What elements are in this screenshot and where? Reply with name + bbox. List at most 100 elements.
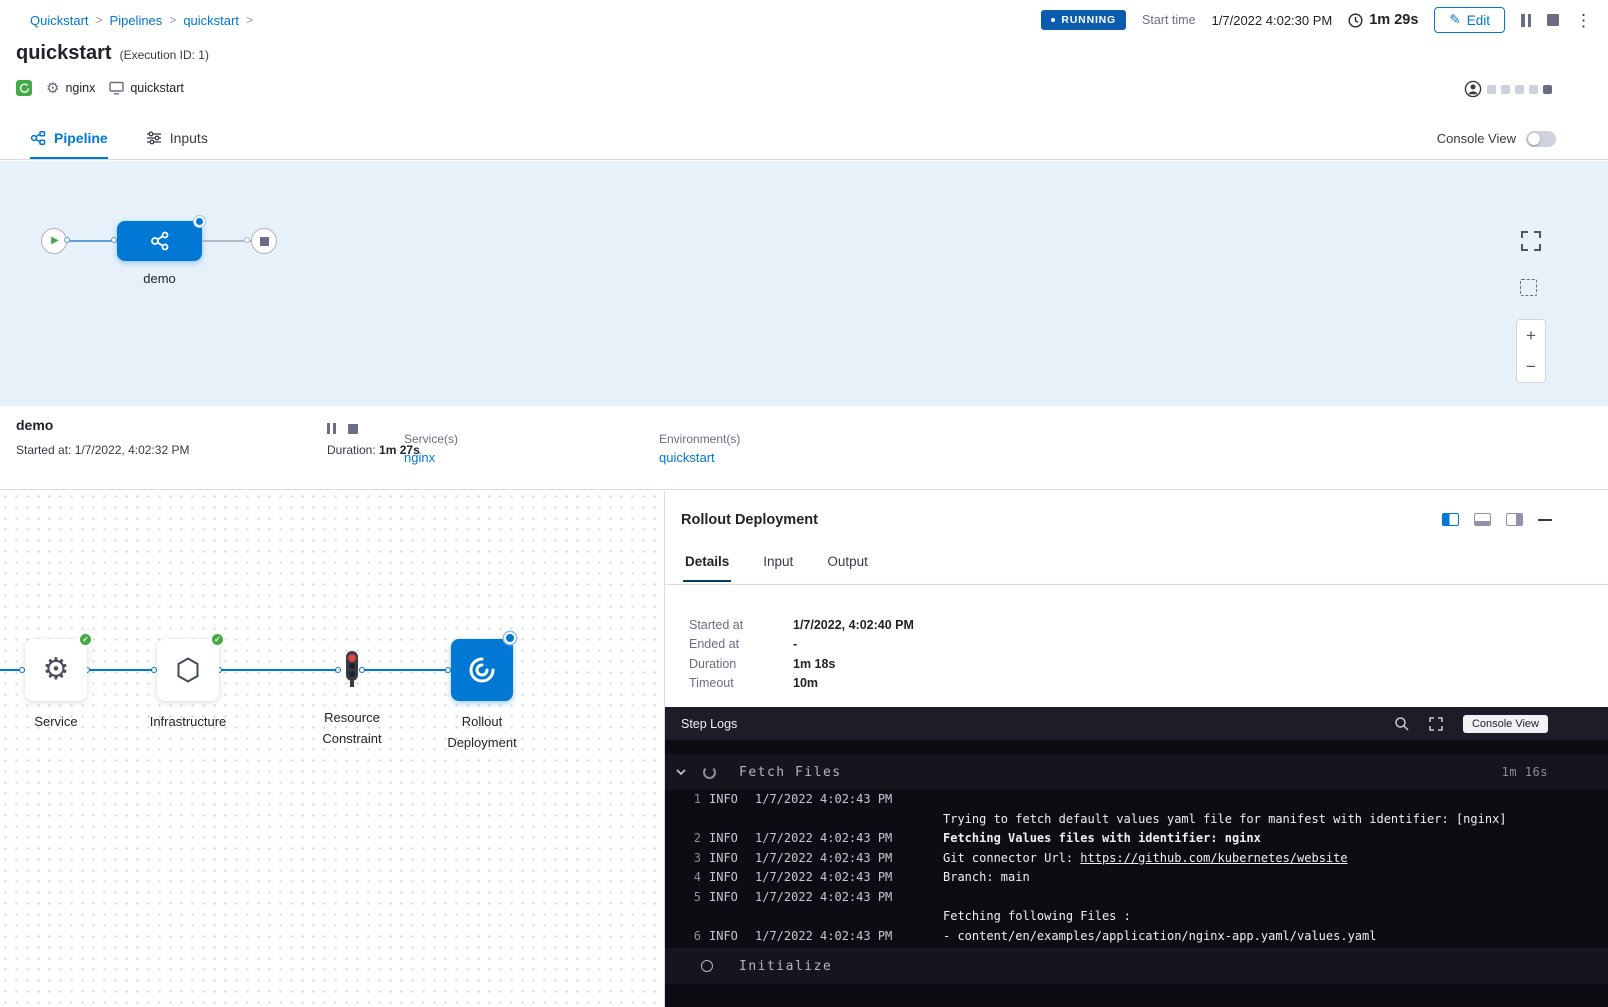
status-badge-label: RUNNING — [1061, 14, 1116, 26]
start-time-label: Start time — [1142, 13, 1196, 27]
breadcrumb-link-pipeline-name[interactable]: quickstart — [183, 13, 239, 28]
environment-icon — [109, 81, 124, 95]
log-line-number: 2 — [681, 829, 701, 849]
environment-meta-name: quickstart — [130, 81, 184, 95]
log-message-line: Trying to fetch default values yaml file… — [943, 810, 1608, 830]
step-node-resource-constraint[interactable] — [341, 649, 363, 694]
stage-indicator[interactable] — [1487, 85, 1496, 94]
tab-output[interactable]: Output — [825, 554, 870, 582]
log-url-link[interactable]: https://github.com/kubernetes/website — [1080, 851, 1347, 865]
expand-logs-icon[interactable] — [1429, 717, 1443, 731]
panel-layout-icons — [1442, 513, 1552, 526]
layout-bottom-icon[interactable] — [1474, 513, 1491, 526]
fullscreen-icon[interactable] — [1519, 229, 1543, 253]
stage-node-demo[interactable] — [117, 221, 202, 261]
multiselect-icon[interactable] — [1520, 279, 1537, 296]
step-connector — [219, 669, 341, 671]
log-line: 3 INFO 1/7/2022 4:02:43 PM Git connector… — [665, 849, 1608, 869]
search-icon[interactable] — [1394, 716, 1409, 731]
log-timestamp: 1/7/2022 4:02:43 PM — [755, 829, 925, 849]
stage-indicator[interactable] — [1501, 85, 1510, 94]
step-node-infrastructure[interactable] — [157, 639, 219, 701]
console-view-toggle[interactable] — [1526, 131, 1556, 147]
execution-graph: ⚙ ✓ Service ✓ Infrastructure Resource Co… — [0, 491, 665, 1007]
tab-inputs[interactable]: Inputs — [146, 118, 208, 159]
log-message: Fetching following Files : — [943, 888, 1608, 927]
stage-indicator[interactable] — [1543, 85, 1552, 94]
status-badge: RUNNING — [1041, 10, 1126, 30]
tab-pipeline[interactable]: Pipeline — [30, 118, 108, 159]
detail-value: 1/7/2022, 4:02:40 PM — [793, 618, 914, 632]
step-connector — [87, 669, 157, 671]
stage-name: demo — [16, 417, 53, 433]
header-actions: RUNNING Start time 1/7/2022 4:02:30 PM 1… — [1041, 7, 1592, 33]
breadcrumb-link-quickstart[interactable]: Quickstart — [30, 13, 89, 28]
stage-indicator[interactable] — [1515, 85, 1524, 94]
log-level: INFO — [709, 927, 743, 947]
tab-input[interactable]: Input — [761, 554, 795, 582]
hexagon-icon — [175, 656, 201, 684]
log-level: INFO — [709, 888, 743, 908]
layout-right-icon[interactable] — [1506, 513, 1523, 526]
service-link[interactable]: nginx — [404, 450, 435, 465]
pipeline-tab-icon — [30, 130, 46, 146]
log-line-number: 1 — [681, 790, 701, 810]
elapsed-time: 1m 29s — [1348, 12, 1418, 28]
tab-details[interactable]: Details — [683, 554, 731, 582]
log-message-line: Git connector Url: https://github.com/ku… — [943, 849, 1608, 869]
abort-stage-button[interactable] — [348, 424, 358, 434]
toggle-knob — [1528, 133, 1540, 145]
zoom-in-button[interactable]: + — [1517, 320, 1545, 351]
console-view-button[interactable]: Console View — [1463, 715, 1548, 733]
cd-module-icon — [16, 80, 32, 96]
edit-button-label: Edit — [1467, 13, 1490, 28]
step-node-service[interactable]: ⚙ — [25, 639, 87, 701]
breadcrumb-link-pipelines[interactable]: Pipelines — [110, 13, 163, 28]
service-meta[interactable]: ⚙ nginx — [46, 81, 95, 96]
console-view-cluster: Console View — [1437, 131, 1556, 147]
tab-inputs-label: Inputs — [170, 130, 208, 146]
pause-stage-button[interactable] — [327, 423, 336, 434]
pause-pipeline-button[interactable] — [1521, 14, 1531, 27]
stage-icon — [149, 230, 171, 252]
step-logs-header: Step Logs Console View — [665, 707, 1608, 740]
step-node-rollout-deployment[interactable] — [451, 639, 513, 701]
detail-row: Ended at - — [689, 635, 1584, 655]
services-label: Service(s) — [404, 432, 458, 446]
pipeline-meta-row: ⚙ nginx quickstart — [16, 80, 184, 96]
log-line: 1 INFO 1/7/2022 4:02:43 PM Trying to fet… — [665, 790, 1608, 829]
stage-indicator[interactable] — [1529, 85, 1538, 94]
log-section-initialize[interactable]: Initialize — [665, 948, 1608, 984]
step-details-title: Rollout Deployment — [681, 512, 818, 528]
gear-icon: ⚙ — [43, 655, 70, 685]
step-logs-panel: Step Logs Console View Fetch Files 1m 16… — [665, 707, 1608, 1007]
environment-link[interactable]: quickstart — [659, 450, 715, 465]
stage-started-at: Started at: 1/7/2022, 4:02:32 PM — [16, 443, 189, 457]
pencil-icon: ✎ — [1449, 12, 1460, 28]
pipeline-start-node[interactable]: ▶ — [41, 228, 67, 254]
log-section-name: Fetch Files — [739, 765, 842, 780]
log-message: Git connector Url: https://github.com/ku… — [943, 849, 1608, 869]
step-label-infrastructure: Infrastructure — [138, 711, 238, 732]
log-section-duration: 1m 16s — [1502, 765, 1548, 779]
log-line: 6 INFO 1/7/2022 4:02:43 PM - content/en/… — [665, 927, 1608, 947]
edit-button[interactable]: ✎ Edit — [1434, 7, 1505, 33]
traffic-light-icon — [341, 649, 363, 691]
connector-dot — [64, 237, 70, 243]
zoom-out-button[interactable]: − — [1517, 351, 1545, 382]
view-tab-bar: Pipeline Inputs Console View — [0, 118, 1608, 160]
abort-pipeline-button[interactable] — [1547, 14, 1559, 26]
log-line-number: 3 — [681, 849, 701, 869]
log-section-fetch-files[interactable]: Fetch Files 1m 16s — [665, 754, 1608, 790]
step-details-panel: Rollout Deployment Details Input Output … — [665, 491, 1608, 707]
log-line: 2 INFO 1/7/2022 4:02:43 PM Fetching Valu… — [665, 829, 1608, 849]
minimize-panel-icon[interactable] — [1538, 519, 1552, 521]
clock-icon — [1348, 13, 1363, 28]
log-message: Fetching Values files with identifier: n… — [943, 829, 1608, 849]
pipeline-graph: ▶ demo + − — [0, 161, 1608, 406]
environments-label: Environment(s) — [659, 432, 740, 446]
environment-meta[interactable]: quickstart — [109, 81, 184, 95]
divider — [665, 584, 1608, 585]
layout-split-icon[interactable] — [1442, 513, 1459, 526]
more-options-icon[interactable]: ⋮ — [1575, 12, 1592, 29]
